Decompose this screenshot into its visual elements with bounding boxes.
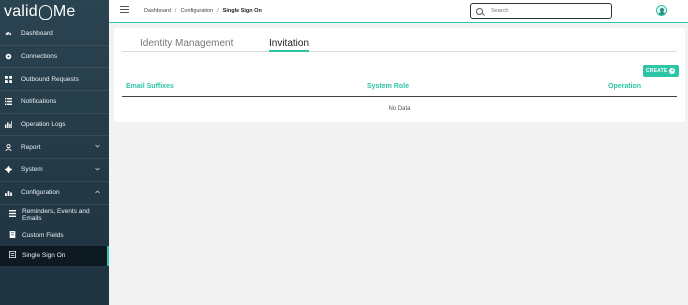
column-header-system-role: System Role	[367, 83, 410, 90]
table-header: Email Suffixes System Role Operation	[122, 82, 677, 97]
sidebar-item-label: Outbound Requests	[21, 75, 79, 83]
sidebar-item-label: Configuration	[21, 189, 60, 197]
sidebar-item-label: Reminders, Events and Emails	[22, 207, 90, 222]
breadcrumb: Dashboard / Configuration / Single Sign On	[144, 8, 262, 14]
sidebar-item-system[interactable]: System	[0, 159, 109, 182]
brand-mark	[38, 5, 52, 20]
column-header-email-suffixes: Email Suffixes	[126, 83, 174, 90]
brand-right: Me	[52, 2, 76, 20]
content-card: Identity Management Invitation CREATE + …	[114, 28, 685, 122]
list-icon	[5, 98, 12, 106]
chevron-down-icon	[95, 167, 100, 173]
user-icon	[5, 143, 12, 151]
bar-chart-icon	[5, 189, 12, 197]
breadcrumb-dashboard[interactable]: Dashboard	[144, 8, 171, 14]
chart-icon	[5, 121, 12, 129]
tab-bar: Identity Management Invitation	[122, 28, 677, 52]
sidebar-item-connections[interactable]: Connections	[0, 46, 109, 69]
tab-invitation[interactable]: Invitation	[269, 38, 310, 52]
sidebar-subitem-reminders[interactable]: Reminders, Events and Emails	[0, 205, 109, 226]
gear-icon	[5, 166, 12, 174]
empty-state-text: No Data	[388, 106, 411, 112]
sidebar-item-label: Custom Fields	[22, 231, 64, 239]
sidebar-item-notifications[interactable]: Notifications	[0, 91, 109, 114]
plus-icon: +	[669, 67, 676, 74]
create-button[interactable]: CREATE +	[643, 65, 680, 77]
breadcrumb-configuration[interactable]: Configuration	[180, 8, 213, 14]
menu-toggle-icon[interactable]	[120, 6, 129, 15]
sidebar-subitem-custom-fields[interactable]: Custom Fields	[0, 225, 109, 246]
sidebar-item-outbound-requests[interactable]: Outbound Requests	[0, 68, 109, 92]
search-icon	[476, 7, 483, 15]
sidebar-item-configuration[interactable]: Configuration	[0, 182, 109, 205]
sidebar-item-label: Notifications	[21, 98, 57, 106]
create-button-label: CREATE	[646, 68, 668, 74]
breadcrumb-separator: /	[217, 8, 219, 14]
column-header-operation: Operation	[608, 83, 642, 90]
sidebar-item-label: System	[21, 166, 43, 174]
sidebar-item-dashboard[interactable]: Dashboard	[0, 23, 109, 46]
breadcrumb-separator: /	[174, 8, 177, 14]
tab-identity-management[interactable]: Identity Management	[140, 38, 233, 49]
search-box[interactable]	[470, 3, 612, 19]
sidebar-nav: Dashboard Connections Outbound Requests …	[0, 23, 109, 266]
sidebar-subitem-single-sign-on[interactable]: Single Sign On	[0, 245, 109, 266]
dashboard-icon	[5, 30, 12, 37]
sidebar-item-label: Operation Logs	[21, 121, 66, 129]
top-bar: Dashboard / Configuration / Single Sign On	[109, 0, 688, 23]
brand-logo[interactable]: valid Me	[0, 0, 109, 23]
field-icon	[9, 230, 16, 240]
brand-left: valid	[4, 2, 38, 20]
grid-icon	[5, 75, 12, 83]
sidebar-item-label: Connections	[21, 53, 58, 61]
sidebar-item-report[interactable]: Report	[0, 136, 109, 160]
chevron-down-icon	[95, 144, 100, 150]
sidebar: valid Me Dashboard Connections Outbound R…	[0, 0, 109, 305]
sidebar-item-label: Report	[21, 143, 41, 151]
search-input[interactable]	[491, 8, 601, 14]
sidebar-item-label: Dashboard	[21, 30, 53, 38]
list-icon	[9, 210, 16, 219]
breadcrumb-current: Single Sign On	[222, 8, 262, 14]
sso-icon	[9, 251, 16, 260]
user-avatar-icon[interactable]	[656, 5, 667, 16]
connections-icon	[5, 53, 12, 60]
chevron-up-icon	[95, 190, 100, 196]
sidebar-item-label: Single Sign On	[22, 252, 66, 260]
sidebar-item-operation-logs[interactable]: Operation Logs	[0, 114, 109, 137]
